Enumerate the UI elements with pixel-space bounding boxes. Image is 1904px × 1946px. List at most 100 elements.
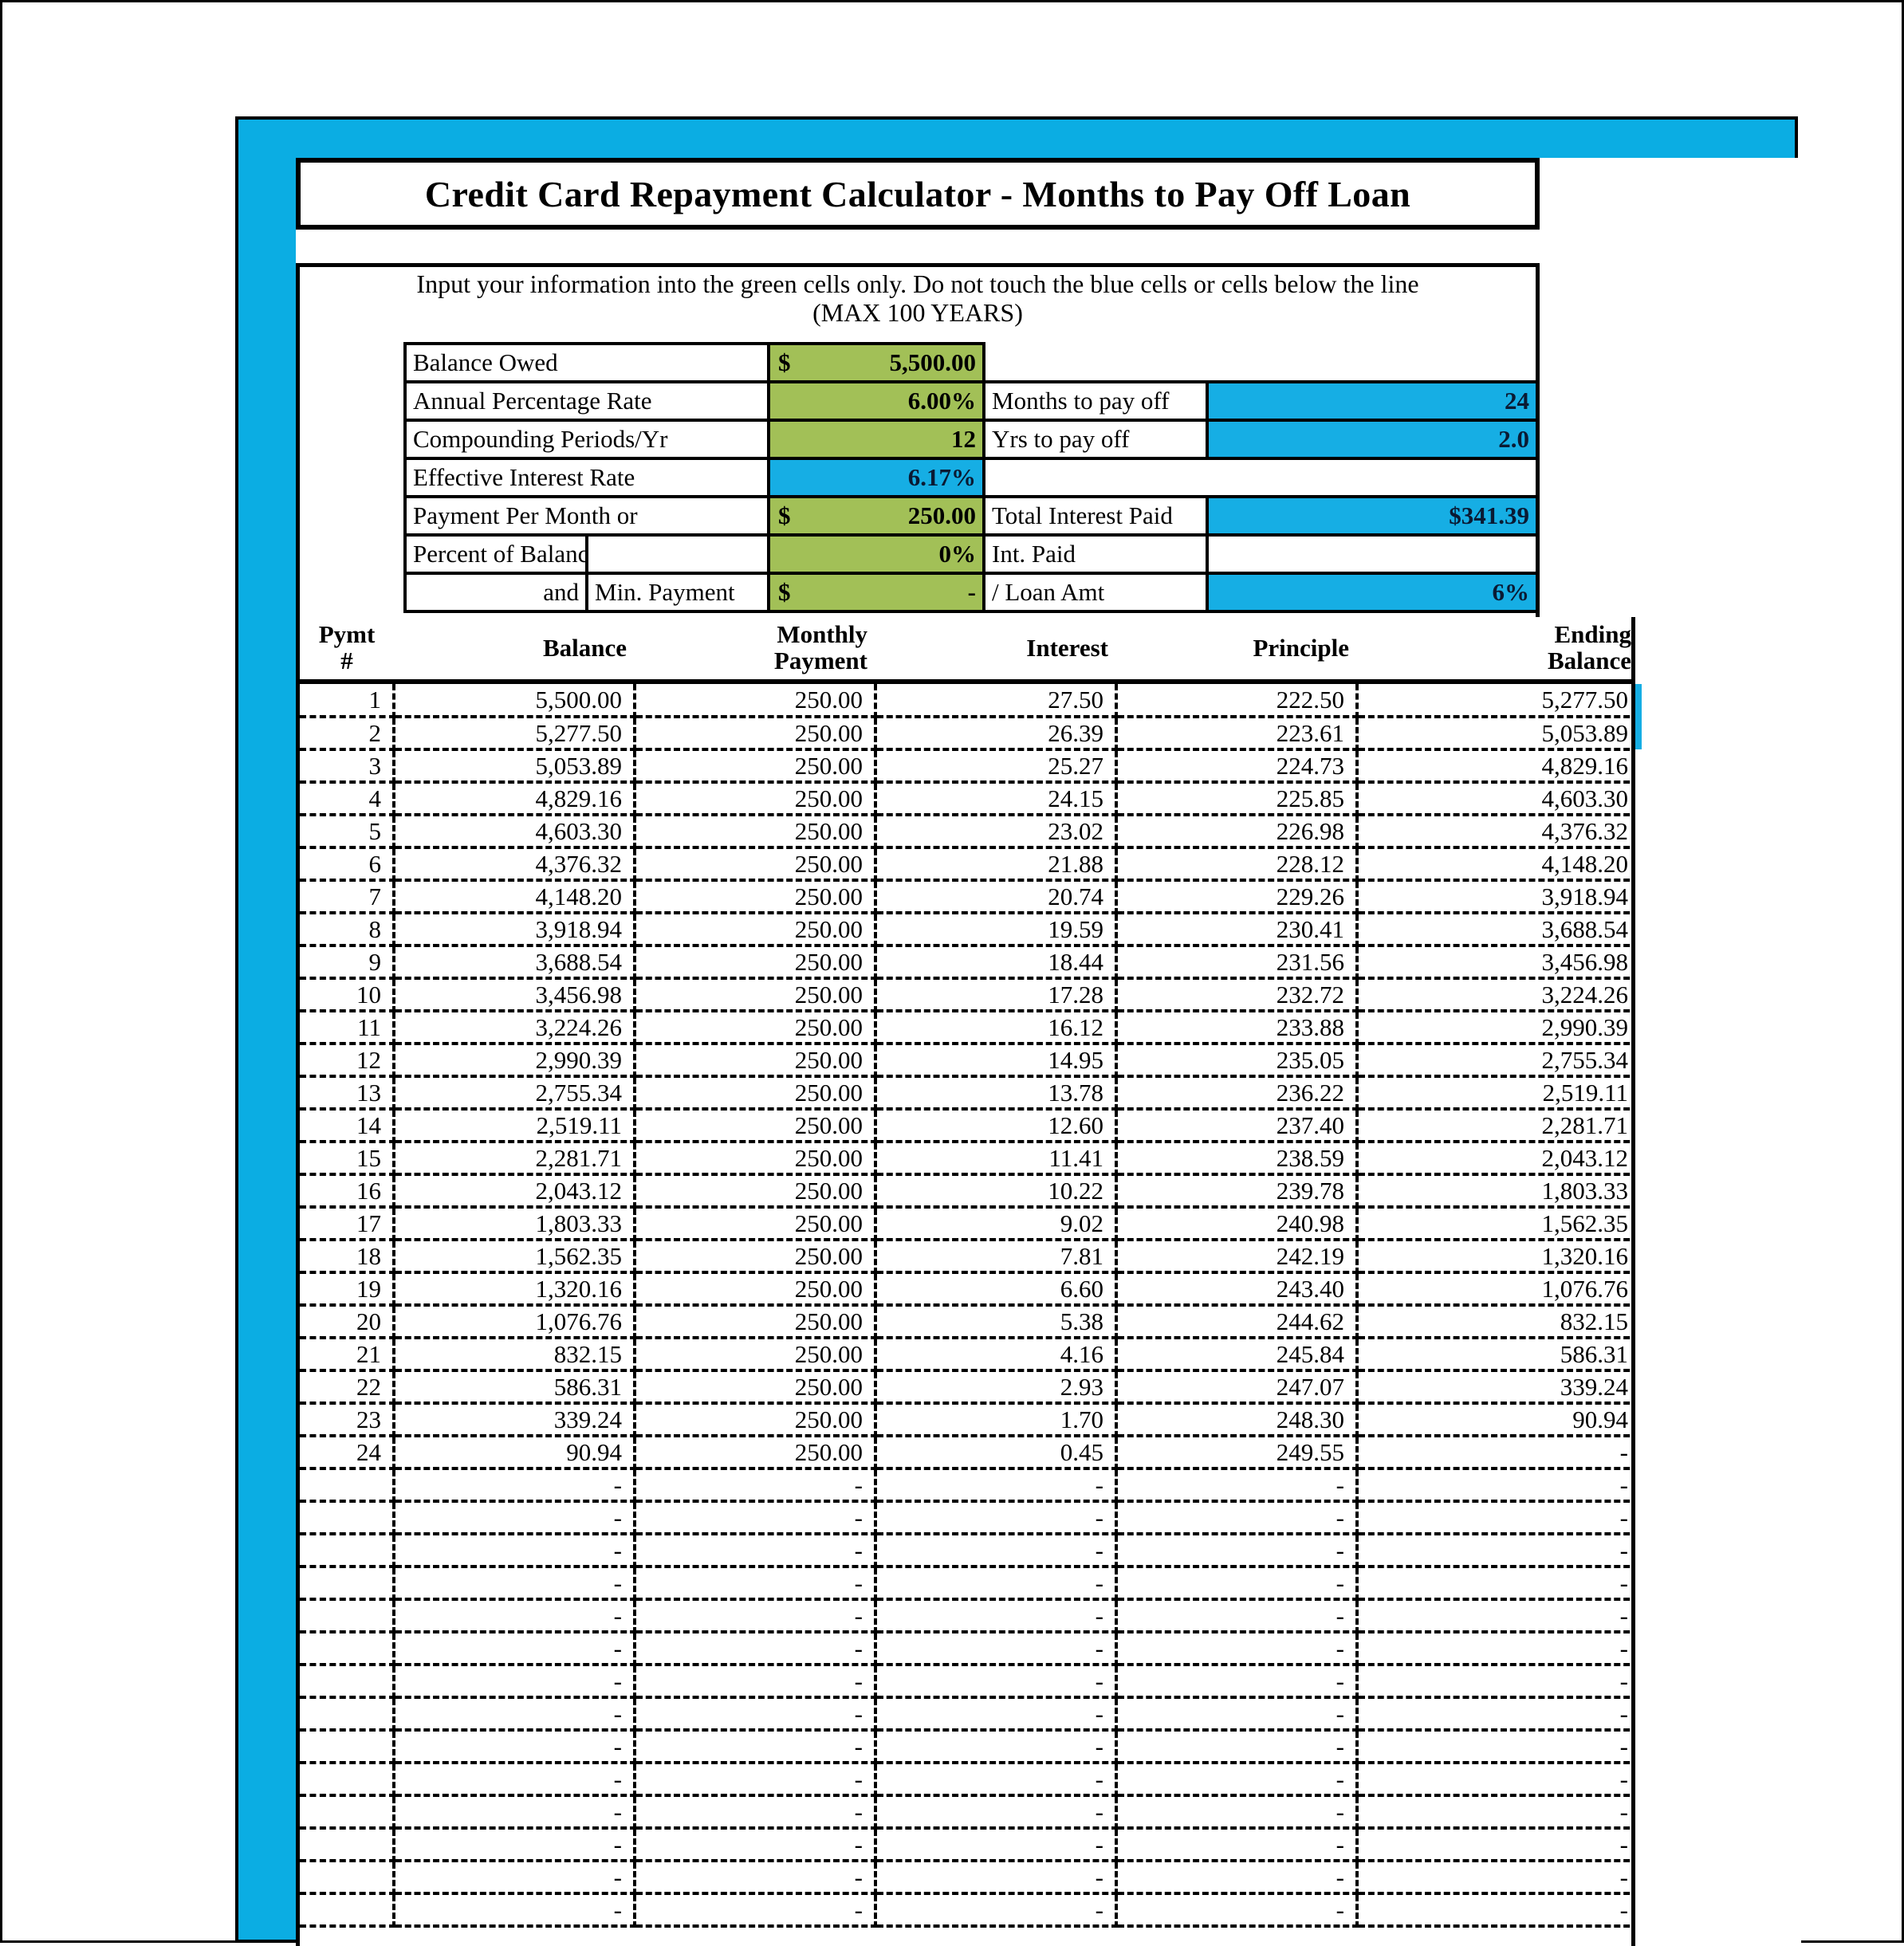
percent-of-balance-label: Percent of Balance: [403, 533, 588, 575]
percent-of-balance-field[interactable]: 0%: [767, 533, 985, 575]
payment-number: 13: [300, 1076, 395, 1111]
principle-amount: -: [1116, 1632, 1359, 1666]
interest-amount: 14.95: [875, 1044, 1118, 1078]
ending-balance: 586.31: [1357, 1338, 1635, 1372]
balance-owed-label: Balance Owed: [403, 342, 770, 383]
interest-amount: -: [875, 1828, 1118, 1862]
input-row-apr: Annual Percentage Rate 6.00% Months to p…: [403, 380, 1539, 422]
table-row-empty: -----: [300, 1534, 1635, 1568]
header-line-2: Interest: [1026, 633, 1108, 662]
input-row-balance-owed: Balance Owed $ 5,500.00: [403, 342, 1537, 383]
ending-balance: -: [1357, 1468, 1635, 1503]
principle-amount: 230.41: [1116, 913, 1359, 947]
principle-amount: 238.59: [1116, 1142, 1359, 1176]
principle-amount: -: [1116, 1795, 1359, 1830]
row-highlight-strip: [1635, 684, 1642, 749]
interest-amount: 18.44: [875, 945, 1118, 980]
int-paid-label-line-1: Int. Paid: [982, 533, 1209, 575]
ending-balance: -: [1357, 1861, 1635, 1895]
header-line-2: #: [340, 647, 353, 674]
beginning-balance: 3,918.94: [394, 913, 636, 947]
payment-number: 19: [300, 1272, 395, 1307]
apr-field[interactable]: 6.00%: [767, 380, 985, 422]
interest-amount: -: [875, 1893, 1118, 1928]
table-row: 9 3,688.54 250.00 18.44 231.56 3,456.98: [300, 945, 1635, 980]
ending-balance: 3,456.98: [1357, 945, 1635, 980]
effective-interest-rate-value: 6.17%: [767, 457, 985, 498]
header-line-2: Payment: [773, 647, 867, 674]
beginning-balance: -: [394, 1599, 636, 1633]
ending-balance: 4,148.20: [1357, 847, 1635, 882]
interest-amount: 23.02: [875, 815, 1118, 849]
principle-amount: -: [1116, 1599, 1359, 1633]
interest-amount: 26.39: [875, 717, 1118, 751]
principle-amount: 239.78: [1116, 1174, 1359, 1209]
payment-number: [300, 1763, 395, 1797]
ending-balance: -: [1357, 1893, 1635, 1928]
interest-amount: -: [875, 1795, 1118, 1830]
ending-balance: -: [1357, 1763, 1635, 1797]
beginning-balance: 3,456.98: [394, 978, 636, 1012]
monthly-payment: -: [635, 1468, 877, 1503]
payment-number: 22: [300, 1370, 395, 1405]
table-row-empty: -----: [300, 1501, 1635, 1535]
interest-amount: -: [875, 1632, 1118, 1666]
interest-amount: 11.41: [875, 1142, 1118, 1176]
beginning-balance: 4,603.30: [394, 815, 636, 849]
principle-amount: 225.85: [1116, 782, 1359, 816]
monthly-payment: 250.00: [635, 717, 877, 751]
ending-balance: -: [1357, 1665, 1635, 1699]
payment-number: 8: [300, 913, 395, 947]
ending-balance: 2,281.71: [1357, 1109, 1635, 1143]
input-grid: Balance Owed $ 5,500.00 Annual Percentag…: [403, 342, 1539, 613]
ending-balance: 5,277.50: [1357, 684, 1635, 718]
payment-per-month-field[interactable]: $ 250.00: [767, 495, 985, 537]
principle-amount: 240.98: [1116, 1207, 1359, 1241]
monthly-payment: -: [635, 1861, 877, 1895]
table-row-empty: -----: [300, 1763, 1635, 1797]
balance-owed-field[interactable]: $ 5,500.00: [767, 342, 985, 383]
payment-number: 4: [300, 782, 395, 816]
principle-amount: -: [1116, 1665, 1359, 1699]
principle-amount: 242.19: [1116, 1240, 1359, 1274]
table-row-empty: -----: [300, 1697, 1635, 1732]
table-row-empty: -----: [300, 1632, 1635, 1666]
monthly-payment: 250.00: [635, 1338, 877, 1372]
months-to-pay-off-value: 24: [1206, 380, 1539, 422]
page-title: Credit Card Repayment Calculator - Month…: [424, 173, 1411, 214]
interest-amount: -: [875, 1861, 1118, 1895]
header-line-1: Ending: [1554, 620, 1631, 649]
instructions-block: Input your information into the green ce…: [300, 269, 1536, 328]
ending-balance: 90.94: [1357, 1403, 1635, 1437]
monthly-payment: 250.00: [635, 749, 877, 784]
interest-amount: 21.88: [875, 847, 1118, 882]
principle-amount: -: [1116, 1893, 1359, 1928]
interest-amount: 20.74: [875, 880, 1118, 914]
column-header-pymt-number: Pymt #: [300, 617, 394, 679]
total-interest-paid-label: Total Interest Paid: [982, 495, 1209, 537]
table-row: 2 5,277.50 250.00 26.39 223.61 5,053.89: [300, 717, 1635, 751]
table-row: 15 2,281.71 250.00 11.41 238.59 2,043.12: [300, 1142, 1635, 1176]
principle-amount: 243.40: [1116, 1272, 1359, 1307]
beginning-balance: -: [394, 1828, 636, 1862]
table-row: 11 3,224.26 250.00 16.12 233.88 2,990.39: [300, 1011, 1635, 1045]
monthly-payment: 250.00: [635, 1011, 877, 1045]
compounding-periods-field[interactable]: 12: [767, 419, 985, 460]
min-payment-field[interactable]: $ -: [767, 572, 985, 613]
principle-amount: 229.26: [1116, 880, 1359, 914]
monthly-payment: -: [635, 1763, 877, 1797]
monthly-payment: -: [635, 1665, 877, 1699]
ending-balance: 1,076.76: [1357, 1272, 1635, 1307]
payment-number: 3: [300, 749, 395, 784]
table-row: 17 1,803.33 250.00 9.02 240.98 1,562.35: [300, 1207, 1635, 1241]
percent-of-balance-spacer: [585, 533, 770, 575]
interest-amount: -: [875, 1730, 1118, 1764]
beginning-balance: -: [394, 1632, 636, 1666]
instructions-line-2: (MAX 100 YEARS): [812, 297, 1023, 327]
interest-amount: 12.60: [875, 1109, 1118, 1143]
table-row: 18 1,562.35 250.00 7.81 242.19 1,320.16: [300, 1240, 1635, 1274]
interest-amount: 4.16: [875, 1338, 1118, 1372]
table-row: 19 1,320.16 250.00 6.60 243.40 1,076.76: [300, 1272, 1635, 1307]
payment-number: [300, 1468, 395, 1503]
beginning-balance: 1,076.76: [394, 1305, 636, 1339]
